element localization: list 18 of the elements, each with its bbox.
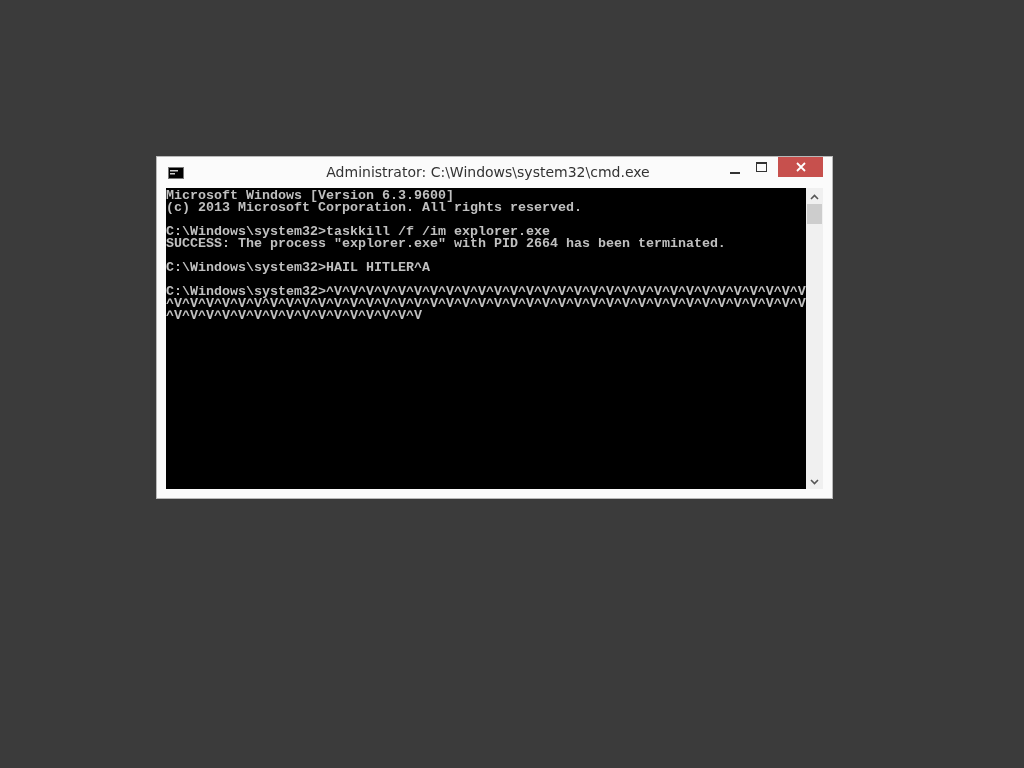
console-line: ^V^V^V^V^V^V^V^V^V^V^V^V^V^V^V^V^V^V^V^V^V^V^V^V^V^V^V^V^V^V^V^V^V^V^V^V^V^V^V^V bbox=[166, 298, 806, 310]
console-line: C:\Windows\system32>taskkill /f /im explorer.exe bbox=[166, 226, 550, 238]
console-line: C:\Windows\system32>HAIL HITLER^A bbox=[166, 262, 431, 274]
window-title: Administrator: C:\Windows\system32\cmd.exe bbox=[325, 164, 651, 180]
scroll-up-icon[interactable] bbox=[810, 194, 819, 200]
scroll-thumb[interactable] bbox=[807, 204, 822, 224]
console-line: SUCCESS: The process "explorer.exe" with PID 2664 has been terminated. bbox=[166, 238, 727, 250]
minimize-icon bbox=[730, 172, 740, 174]
close-button[interactable] bbox=[778, 157, 823, 177]
console-line: ^V^V^V^V^V^V^V^V^V^V^V^V^V^V^V^V bbox=[166, 310, 423, 322]
close-icon bbox=[795, 162, 806, 172]
scrollbar[interactable] bbox=[806, 188, 823, 489]
scroll-down-icon[interactable] bbox=[810, 479, 819, 485]
console-icon bbox=[168, 167, 184, 179]
console-line: Microsoft Windows [Version 6.3.9600] bbox=[166, 190, 455, 202]
console-line: C:\Windows\system32>^V^V^V^V^V^V^V^V^V^V^V^V^V^V^V^V^V^V^V^V^V^V^V^V^V^V^V^V^V^V bbox=[166, 286, 806, 298]
maximize-icon bbox=[755, 162, 767, 172]
console-line: (c) 2013 Microsoft Corporation. All rights reserved. bbox=[166, 202, 583, 214]
